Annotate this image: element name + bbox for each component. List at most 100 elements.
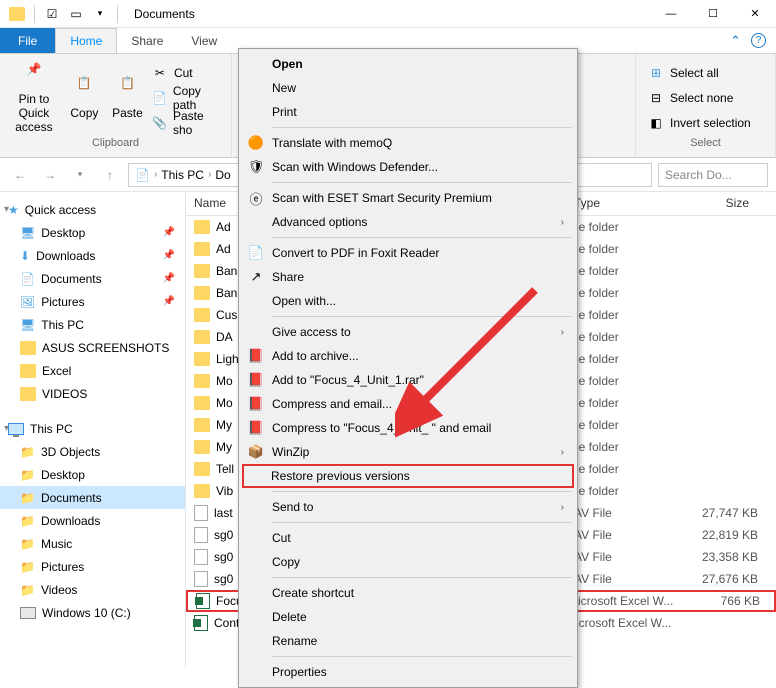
context-menu-item[interactable]: Delete: [242, 605, 574, 629]
star-icon: ★: [8, 203, 19, 217]
context-menu-item[interactable]: Rename: [242, 629, 574, 653]
view-tab[interactable]: View: [177, 28, 231, 53]
file-tab[interactable]: File: [0, 28, 55, 53]
excel-icon: [196, 593, 210, 609]
chevron-right-icon: ›: [561, 447, 564, 458]
folder-icon: [194, 462, 210, 476]
context-menu-item[interactable]: Open: [242, 52, 574, 76]
pin-to-quick-access-button[interactable]: 📌 Pin to Quick access: [8, 60, 60, 136]
breadcrumb-this-pc[interactable]: This PC: [161, 168, 204, 182]
sidebar-item[interactable]: 📁Documents: [0, 486, 185, 509]
copy-button[interactable]: 📋 Copy: [66, 60, 103, 136]
close-button[interactable]: ✕: [734, 0, 776, 28]
back-button[interactable]: ←: [8, 163, 32, 187]
folder-icon: [194, 220, 210, 234]
sidebar-item[interactable]: 📁Music: [0, 532, 185, 555]
menu-item-icon: 📕: [247, 371, 265, 389]
sidebar-item[interactable]: ⬇Downloads📌: [0, 244, 185, 267]
file-icon: [194, 571, 208, 587]
sidebar-item[interactable]: VIDEOS: [0, 382, 185, 405]
context-menu-item[interactable]: Advanced options›: [242, 210, 574, 234]
invert-icon: ◧: [648, 115, 664, 131]
folder-icon: [194, 440, 210, 454]
window-title: Documents: [134, 7, 650, 21]
folder-icon: [194, 330, 210, 344]
context-menu-item[interactable]: Print: [242, 100, 574, 124]
sidebar-item[interactable]: Windows 10 (C:): [0, 601, 185, 624]
paste-shortcut-button[interactable]: 📎Paste sho: [152, 112, 223, 134]
sidebar-item[interactable]: 📁Videos: [0, 578, 185, 601]
file-icon: [194, 505, 208, 521]
sidebar-item[interactable]: Excel: [0, 359, 185, 382]
documents-icon: 📄: [135, 168, 150, 182]
context-menu-item[interactable]: 📕Add to "Focus_4_Unit_1.rar": [242, 368, 574, 392]
select-all-button[interactable]: ⊞Select all: [648, 62, 751, 84]
chevron-right-icon: ›: [561, 217, 564, 228]
up-button[interactable]: ↑: [98, 163, 122, 187]
context-menu-item[interactable]: ↗Share: [242, 265, 574, 289]
context-menu-item[interactable]: 📦WinZip›: [242, 440, 574, 464]
context-menu-item[interactable]: ⓔScan with ESET Smart Security Premium: [242, 186, 574, 210]
context-menu-item[interactable]: 🟠Translate with memoQ: [242, 131, 574, 155]
folder-icon: [194, 242, 210, 256]
folder-icon: [194, 286, 210, 300]
forward-button[interactable]: →: [38, 163, 62, 187]
context-menu-item[interactable]: 🛡Scan with Windows Defender...: [242, 155, 574, 179]
sidebar-item[interactable]: 📁3D Objects: [0, 440, 185, 463]
share-tab[interactable]: Share: [117, 28, 177, 53]
file-icon: [194, 549, 208, 565]
thispc-icon: [8, 423, 24, 435]
chevron-down-icon: ▾: [4, 204, 9, 215]
context-menu-item[interactable]: 📕Compress and email...: [242, 392, 574, 416]
context-menu-item[interactable]: Properties: [242, 660, 574, 684]
recent-locations-button[interactable]: ▾: [68, 163, 92, 187]
cut-button[interactable]: ✂Cut: [152, 62, 223, 84]
context-menu-item[interactable]: 📕Add to archive...: [242, 344, 574, 368]
properties-icon[interactable]: ☑: [41, 3, 63, 25]
sidebar-item[interactable]: 🖥Desktop📌: [0, 221, 185, 244]
column-header-size[interactable]: Size: [678, 192, 758, 215]
minimize-button[interactable]: —: [650, 0, 692, 28]
column-header-type[interactable]: Type: [566, 192, 678, 215]
qat-dropdown-icon[interactable]: ▾: [89, 3, 111, 25]
this-pc-root[interactable]: ▾ This PC: [0, 417, 185, 440]
sidebar-item[interactable]: 📁Downloads: [0, 509, 185, 532]
home-tab[interactable]: Home: [55, 28, 117, 53]
new-folder-icon[interactable]: ▭: [65, 3, 87, 25]
context-menu-item[interactable]: Create shortcut: [242, 581, 574, 605]
context-menu-item[interactable]: Give access to›: [242, 320, 574, 344]
context-menu-item[interactable]: 📄Convert to PDF in Foxit Reader: [242, 241, 574, 265]
select-none-button[interactable]: ⊟Select none: [648, 87, 751, 109]
sidebar-item[interactable]: 📄Documents📌: [0, 267, 185, 290]
menu-item-icon: ↗: [247, 268, 265, 286]
ribbon-collapse-icon[interactable]: ⌃: [730, 33, 741, 49]
sidebar-item[interactable]: 📁Desktop: [0, 463, 185, 486]
search-input[interactable]: Search Do...: [658, 163, 768, 187]
context-menu-item[interactable]: Restore previous versions: [242, 464, 574, 488]
folder-icon: [194, 484, 210, 498]
invert-selection-button[interactable]: ◧Invert selection: [648, 112, 751, 134]
context-menu: OpenNewPrint 🟠Translate with memoQ🛡Scan w…: [238, 48, 578, 688]
select-group-label: Select: [644, 137, 767, 155]
quick-access-root[interactable]: ▾ ★ Quick access: [0, 198, 185, 221]
context-menu-item[interactable]: Open with...: [242, 289, 574, 313]
context-menu-item[interactable]: Send to›: [242, 495, 574, 519]
sidebar-item[interactable]: 🖼Pictures📌: [0, 290, 185, 313]
menu-item-icon: 🛡: [247, 158, 265, 176]
sidebar-item[interactable]: ASUS SCREENSHOTS: [0, 336, 185, 359]
context-menu-item[interactable]: Cut: [242, 526, 574, 550]
scissors-icon: ✂: [152, 65, 168, 81]
sidebar-item[interactable]: 🖥This PC: [0, 313, 185, 336]
folder-icon: [194, 308, 210, 322]
context-menu-item[interactable]: Copy: [242, 550, 574, 574]
menu-item-icon: ⓔ: [247, 189, 265, 207]
context-menu-item[interactable]: 📕Compress to "Focus_4_Unit_ " and email: [242, 416, 574, 440]
copy-path-button[interactable]: 📄Copy path: [152, 87, 223, 109]
breadcrumb-documents[interactable]: Do: [215, 168, 230, 182]
folder-icon: [194, 352, 210, 366]
help-icon[interactable]: ?: [751, 33, 766, 48]
maximize-button[interactable]: ☐: [692, 0, 734, 28]
paste-button[interactable]: 📋 Paste: [109, 60, 146, 136]
context-menu-item[interactable]: New: [242, 76, 574, 100]
sidebar-item[interactable]: 📁Pictures: [0, 555, 185, 578]
